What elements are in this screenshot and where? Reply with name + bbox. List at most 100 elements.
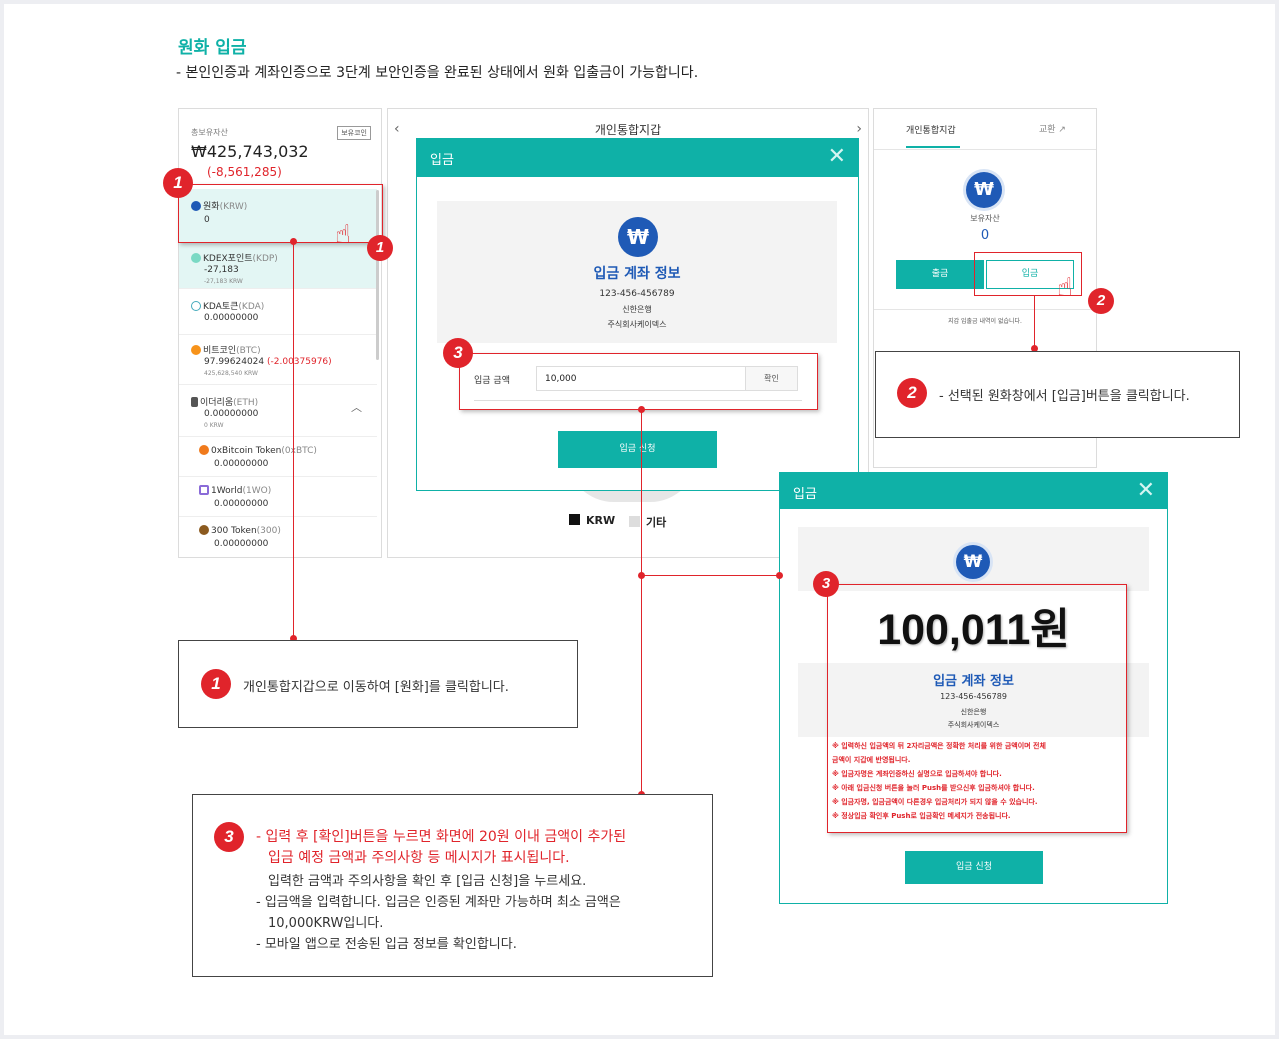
total-assets-label: 총보유자산 <box>191 128 228 137</box>
step-2-marker: 2 <box>1088 288 1114 314</box>
coin-balance: 97.99624024 <box>204 357 265 367</box>
coin-code: (KDP) <box>252 254 278 264</box>
callout-line: 10,000KRW입니다. <box>268 916 384 931</box>
callout-step-1: 1 개인통합지갑으로 이동하여 [원화]를 클릭합니다. <box>178 640 578 728</box>
asset-value: 0 <box>980 228 990 243</box>
legend-label: 기타 <box>646 516 667 529</box>
won-coin-icon: ₩ <box>966 172 1002 208</box>
callout-highlight-text: - 입력 후 [확인]버튼을 누르면 화면에 20원 이내 금액이 추가된 입금… <box>256 827 626 869</box>
page-title: 원화 입금 <box>178 38 247 58</box>
pointing-hand-icon: ☝ <box>1057 273 1073 303</box>
coin-name: 300 Token <box>211 526 257 536</box>
withdraw-button[interactable]: 출금 <box>896 260 984 289</box>
coin-name: KDEX포인트 <box>203 254 253 264</box>
coin-name: 비트코인 <box>203 346 237 356</box>
chevron-right-icon[interactable]: › <box>856 121 862 137</box>
legend-krw: KRW <box>569 514 615 527</box>
0xbitcoin-icon <box>199 445 209 455</box>
coin-row-1wo[interactable]: 1World(1WO) 0.00000000 <box>179 477 377 517</box>
chevron-up-icon[interactable]: ︿ <box>351 399 362 415</box>
deposit-submit-button[interactable]: 입금 신청 <box>905 851 1043 884</box>
coin-row-300[interactable]: 300 Token(300) 0.00000000 <box>179 517 377 557</box>
callout-text: - 선택된 원화창에서 [입금]버튼을 클릭합니다. <box>939 389 1190 404</box>
coin-change: (-2.00375976) <box>267 357 332 367</box>
coin-balance: 0.00000000 <box>214 499 269 509</box>
1world-icon <box>199 485 209 495</box>
callout-line: 입력한 금액과 주의사항을 확인 후 [입금 신청]을 누르세요. <box>268 874 587 889</box>
callout-step-3: 3 - 입력 후 [확인]버튼을 누르면 화면에 20원 이내 금액이 추가된 … <box>192 794 713 977</box>
account-info-box: ₩ 입금 계좌 정보 123-456-456789 신한은행 주식회사케이덱스 <box>437 201 837 343</box>
tab-personal-wallet[interactable]: 개인통합지갑 <box>906 123 956 136</box>
callout-line: - 입력 후 [확인]버튼을 누르면 화면에 20원 이내 금액이 추가된 <box>256 829 627 845</box>
coin-row-kda[interactable]: KDA토큰(KDA) 0.00000000 <box>179 289 377 335</box>
step-3-marker: 3 <box>443 338 473 368</box>
divider <box>874 309 1096 310</box>
connector-dot <box>638 572 645 579</box>
page-subtitle: - 본인인증과 계좌인증으로 3단계 보안인증을 완료된 상태에서 원화 입출금… <box>176 65 699 81</box>
coin-row-btc[interactable]: 비트코인(BTC) 97.99624024 (-2.00375976) 425,… <box>179 335 377 385</box>
bank-name: 신한은행 <box>622 305 652 314</box>
connector-line <box>293 242 294 638</box>
account-holder: 주식회사케이덱스 <box>607 320 667 329</box>
coin-code: (KDA) <box>238 302 265 312</box>
connector-dot <box>776 572 783 579</box>
highlight-krw-row <box>178 184 383 243</box>
connector-line <box>641 410 642 795</box>
modal-header: 입금 <box>417 139 858 177</box>
coin-name: 이더리움 <box>200 398 234 408</box>
coin-name: 1World <box>211 486 243 496</box>
coin-row-0xbtc[interactable]: 0xBitcoin Token(0xBTC) 0.00000000 <box>179 437 377 477</box>
step-3-marker: 3 <box>813 571 839 597</box>
close-icon[interactable]: ✕ <box>828 146 846 168</box>
bitcoin-icon <box>191 345 201 355</box>
callout-step-2: 2 - 선택된 원화창에서 [입금]버튼을 클릭합니다. <box>875 351 1240 438</box>
coin-balance: 0.00000000 <box>204 409 259 419</box>
tab-exchange-label: 교환 <box>1039 125 1056 135</box>
coin-krw-value: 0 KRW <box>204 422 224 429</box>
kda-token-icon <box>191 301 201 311</box>
callout-line: - 입금액을 입력합니다. 입금은 인증된 계좌만 가능하며 최소 금액은 <box>256 895 621 910</box>
empty-history-text: 지갑 입출금 내역이 없습니다. <box>948 318 1022 325</box>
kdex-point-icon <box>191 253 201 263</box>
coin-code: (ETH) <box>233 398 259 408</box>
total-assets-value: ₩425,743,032 <box>191 142 309 161</box>
deposit-submit-button[interactable]: 입금 신청 <box>558 431 717 468</box>
300-token-icon <box>199 525 209 535</box>
account-info-title: 입금 계좌 정보 <box>593 266 681 282</box>
connector-line <box>641 575 779 576</box>
tab-exchange[interactable]: 교환 ↗ <box>1039 122 1066 135</box>
callout-line: 입금 예정 금액과 주의사항 등 메시지가 표시됩니다. <box>268 850 570 866</box>
coin-code: (BTC) <box>236 346 261 356</box>
asset-label: 보유자산 <box>970 214 1000 223</box>
coin-balance: 0.00000000 <box>204 313 259 323</box>
pointing-hand-icon: ☝ <box>335 220 351 250</box>
won-coin-icon: ₩ <box>618 217 658 257</box>
legend-swatch <box>569 514 580 525</box>
legend-label: KRW <box>586 514 616 527</box>
step-1-marker: 1 <box>367 235 393 261</box>
active-tab-underline <box>906 146 960 148</box>
connector-line <box>1034 296 1035 349</box>
won-coin-icon: ₩ <box>956 545 990 579</box>
total-assets-change: (-8,561,285) <box>207 165 282 179</box>
coin-balance: -27,183 <box>204 265 239 275</box>
account-number: 123-456-456789 <box>599 289 675 299</box>
coin-code: (300) <box>256 526 281 536</box>
step-2-marker: 2 <box>897 378 927 408</box>
connector-dot <box>290 238 297 245</box>
step-1-marker: 1 <box>163 168 193 198</box>
holding-coins-button[interactable]: 보유코인 <box>337 126 371 140</box>
external-link-icon: ↗ <box>1055 125 1066 135</box>
modal-header: 입금 <box>780 473 1167 509</box>
coin-krw-value: -27,183 KRW <box>204 278 243 285</box>
coin-krw-value: 425,628,540 KRW <box>204 370 258 377</box>
connector-dot <box>638 406 645 413</box>
close-icon[interactable]: ✕ <box>1137 480 1155 502</box>
asset-panel: 총보유자산 보유코인 ₩425,743,032 (-8,561,285) 원화(… <box>178 108 382 558</box>
ethereum-icon <box>191 397 198 407</box>
coin-name: KDA토큰 <box>203 302 239 312</box>
callout-body-text: 입력한 금액과 주의사항을 확인 후 [입금 신청]을 누르세요. - 입금액을… <box>256 871 621 955</box>
modal-title: 입금 <box>430 153 454 168</box>
highlight-amount-input <box>459 353 818 410</box>
coin-row-eth[interactable]: 이더리움(ETH) 0.00000000 0 KRW ︿ <box>179 385 377 437</box>
